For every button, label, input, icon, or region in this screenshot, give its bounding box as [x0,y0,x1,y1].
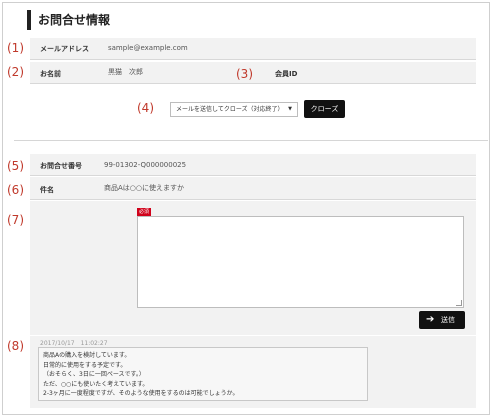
member-id-label: 会員ID [275,70,298,78]
title-accent-bar [27,10,31,30]
subject-value: 商品Aは○○に使えますか [104,184,185,192]
chevron-down-icon: ▼ [288,106,292,112]
page-title: お問合せ情報 [38,13,111,27]
subject-row [30,177,476,200]
status-select-value: メールを送信してクローズ（対応終了） [176,106,284,113]
subject-label: 件名 [40,186,54,194]
arrow-right-icon: ➔ [426,314,435,325]
message-line: ただ、○○にも使いたく考えています。 [43,380,149,388]
marker-8: (8) [7,339,24,353]
message-line: 2-3ヶ月に一度程度ですが、そのような使用をするのは可能でしょうか。 [43,390,239,397]
section-divider [14,140,488,141]
reply-textarea[interactable] [137,216,464,308]
inquiry-number-label: お問合せ番号 [40,162,82,170]
email-value: sample@example.com [108,44,188,52]
required-badge: 必須 [137,208,152,216]
email-row [30,38,476,60]
name-label: お名前 [40,70,61,78]
name-value: 黒猫 次郎 [108,68,143,76]
marker-2: (2) [7,65,24,79]
inquiry-number-value: 99-01302-Q000000025 [104,161,187,169]
marker-7: (7) [7,213,24,227]
close-button[interactable]: クローズ [304,100,345,118]
name-row [30,62,476,84]
status-select[interactable]: メールを送信してクローズ（対応終了） ▼ [170,102,298,117]
message-line: 日常的に使用をする予定です。 [43,361,127,369]
marker-5: (5) [7,159,24,173]
email-label: メールアドレス [40,45,89,53]
send-button[interactable]: ➔ 送信 [419,311,465,329]
send-button-label: 送信 [441,316,455,324]
marker-6: (6) [7,183,24,197]
message-line: （おそらく、3日に一回ペースです。） [43,371,145,378]
inquiry-number-row [30,154,476,176]
marker-3: (3) [236,67,253,81]
marker-4: (4) [137,101,154,115]
marker-1: (1) [7,41,24,55]
message-line: 商品Aの購入を検討しています。 [43,352,131,359]
customer-message: 商品Aの購入を検討しています。 日常的に使用をする予定です。 （おそらく、3日に… [38,347,368,401]
resize-handle-icon[interactable] [456,300,462,306]
